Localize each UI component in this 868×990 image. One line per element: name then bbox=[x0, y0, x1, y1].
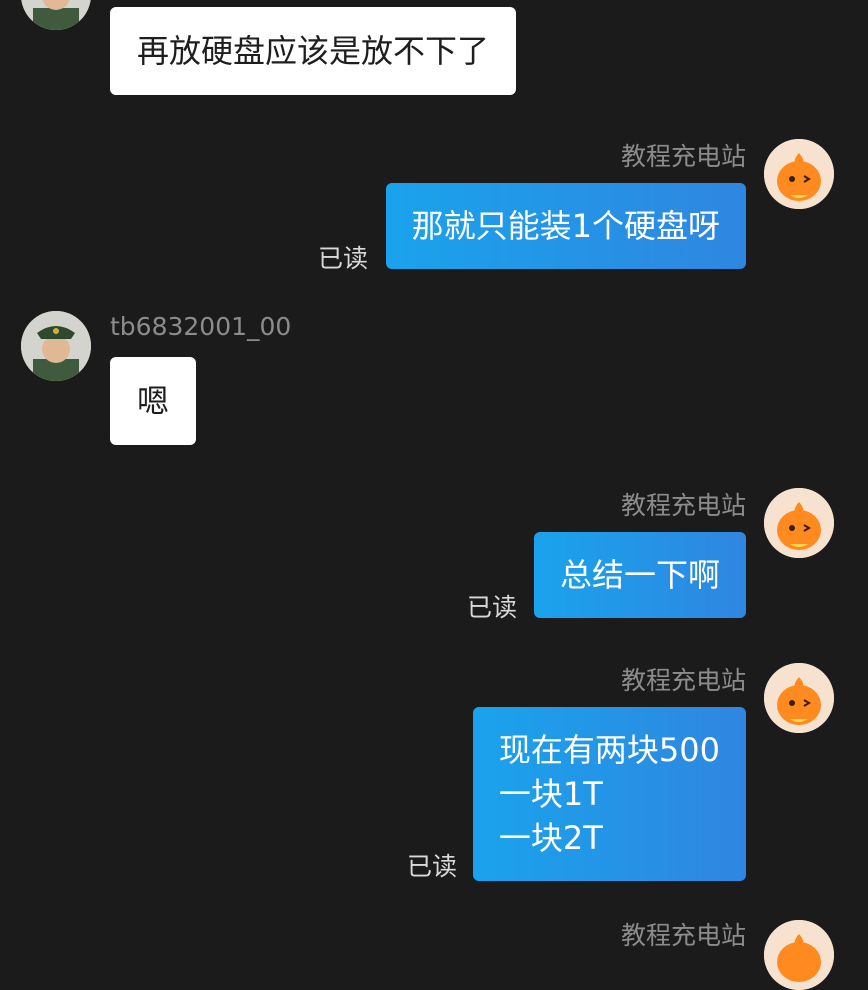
sender-name: 教程充电站 bbox=[620, 666, 746, 695]
message-bubble-outgoing[interactable]: 总结一下啊 bbox=[533, 532, 746, 618]
shop-avatar-icon[interactable] bbox=[764, 920, 834, 990]
shop-avatar-icon[interactable] bbox=[764, 663, 834, 733]
message-line: 一块2T bbox=[498, 819, 603, 857]
read-status: 已读 bbox=[406, 852, 457, 881]
message-text: 嗯 bbox=[137, 382, 170, 420]
sender-name: 教程充电站 bbox=[620, 491, 746, 520]
message-bubble-outgoing[interactable]: 现在有两块500 一块1T 一块2T bbox=[472, 707, 746, 881]
message-bubble-incoming[interactable]: 再放硬盘应该是放不下了 bbox=[110, 7, 517, 95]
message-bubble-outgoing[interactable]: 那就只能装1个硬盘呀 bbox=[385, 183, 746, 269]
message-text: 那就只能装1个硬盘呀 bbox=[411, 207, 720, 245]
message-line: 一块1T bbox=[498, 775, 603, 813]
message-text: 总结一下啊 bbox=[559, 556, 720, 594]
sender-name: tb6832001_00 bbox=[110, 312, 292, 341]
user-avatar-icon[interactable] bbox=[21, 0, 91, 30]
message-bubble-incoming[interactable]: 嗯 bbox=[110, 357, 197, 445]
sender-name: 教程充电站 bbox=[620, 921, 746, 950]
user-avatar-icon[interactable] bbox=[21, 311, 91, 381]
shop-avatar-icon[interactable] bbox=[764, 488, 834, 558]
sender-name: 教程充电站 bbox=[620, 142, 746, 171]
read-status: 已读 bbox=[466, 593, 517, 622]
shop-avatar-icon[interactable] bbox=[764, 139, 834, 209]
read-status: 已读 bbox=[317, 244, 368, 273]
message-text: 再放硬盘应该是放不下了 bbox=[137, 32, 490, 70]
message-line: 现在有两块500 bbox=[498, 731, 720, 769]
